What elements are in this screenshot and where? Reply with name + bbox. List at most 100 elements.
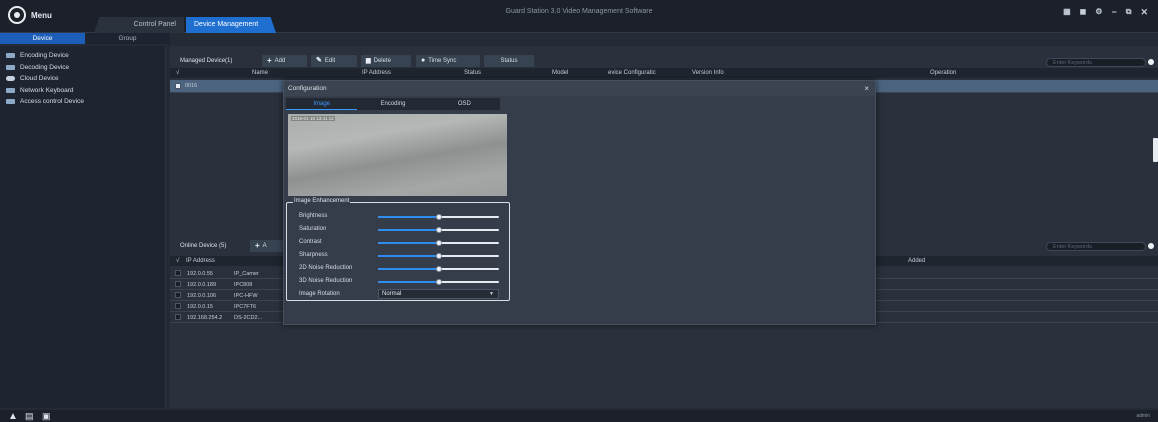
tab-encoding[interactable]: Encoding xyxy=(357,98,428,110)
trash-icon: ▆ xyxy=(366,58,371,64)
status-label: Status xyxy=(500,58,518,64)
online-select-all[interactable]: √ xyxy=(176,258,179,264)
cloud-icon xyxy=(6,76,15,82)
search-toggle[interactable] xyxy=(1148,59,1154,65)
2d-noise-slider[interactable] xyxy=(378,266,499,272)
delete-button[interactable]: ▆ Delete xyxy=(361,55,411,67)
saturation-slider[interactable] xyxy=(378,227,499,233)
status-bar: ▲ ▤ ▣ admin xyxy=(0,410,1158,422)
row-name: 0016 xyxy=(185,83,198,89)
slider-knob[interactable] xyxy=(435,253,442,259)
sidebar-item-decoding-device[interactable]: Decoding Device xyxy=(0,62,165,74)
sharpness-slider[interactable] xyxy=(378,253,499,259)
online-search-input[interactable]: Enter Keywords xyxy=(1046,242,1146,251)
sharpness-label: Sharpness xyxy=(299,252,328,258)
row-checkbox[interactable] xyxy=(175,281,181,287)
online-device-title: Online Device (5) xyxy=(180,243,227,249)
decoder-icon xyxy=(6,64,15,70)
tab-device-management[interactable]: Device Management xyxy=(186,17,276,33)
document-icon[interactable]: ▤ xyxy=(25,411,34,422)
brightness-slider[interactable] xyxy=(378,214,499,220)
time-sync-label: Time Sync xyxy=(428,58,457,64)
rotation-value: Normal xyxy=(382,291,402,297)
row-checkbox[interactable] xyxy=(175,292,181,298)
row-ip: 192.0.0.189 xyxy=(187,281,217,288)
add-button[interactable]: + Add xyxy=(262,55,307,67)
record-icon[interactable]: ▣ xyxy=(42,411,51,422)
managed-search-input[interactable]: Enter Keywords xyxy=(1046,58,1146,67)
alarm-icon[interactable]: ▲ xyxy=(8,411,18,422)
sidebar-item-label: Network Keyboard xyxy=(20,86,74,94)
preview-timestamp: 2019-01-10 13:41:12 xyxy=(291,116,335,121)
encoder-icon xyxy=(6,53,15,59)
col-model: Model xyxy=(552,69,569,76)
tab-control-panel[interactable]: Control Panel xyxy=(94,17,184,33)
status-button[interactable]: Status xyxy=(484,55,534,67)
3d-noise-slider[interactable] xyxy=(378,279,499,285)
edit-button[interactable]: ✎ Edit xyxy=(311,55,357,67)
tab-image[interactable]: Image xyxy=(286,98,358,110)
row-ip: 192.0.0.15 xyxy=(187,303,213,310)
tab-device[interactable]: Device xyxy=(0,33,85,44)
tab-group[interactable]: Group xyxy=(85,33,170,44)
clock-icon: ● xyxy=(421,57,426,64)
camera-preview: 2019-01-10 13:41:12 xyxy=(288,114,507,196)
row-checkbox[interactable] xyxy=(175,83,181,89)
brightness-label: Brightness xyxy=(299,213,328,219)
dialog-title: Configuration xyxy=(284,81,875,96)
image-rotation-select[interactable]: Normal ▼ xyxy=(378,289,499,299)
saturation-label: Saturation xyxy=(299,226,327,232)
3d-noise-row: 3D Noise Reduction xyxy=(299,276,504,288)
saturation-row: Saturation xyxy=(299,224,504,236)
col-status: Status xyxy=(464,69,482,76)
image-rotation-label: Image Rotation xyxy=(299,291,340,297)
contrast-label: Contrast xyxy=(299,239,322,245)
minimize-icon[interactable]: − xyxy=(1111,7,1116,18)
col-added: Added xyxy=(908,257,926,264)
app-title: Guard Station 3.0 Video Management Softw… xyxy=(505,8,653,15)
slider-knob[interactable] xyxy=(435,279,442,285)
row-model: IPC-HFW xyxy=(234,292,258,299)
contrast-slider[interactable] xyxy=(378,240,499,246)
online-search-toggle[interactable] xyxy=(1148,243,1154,249)
close-icon[interactable]: × xyxy=(864,84,869,93)
plus-icon: + xyxy=(267,56,272,65)
slider-knob[interactable] xyxy=(435,240,442,246)
close-icon[interactable]: ✕ xyxy=(1140,7,1148,18)
col-ip: IP Address xyxy=(362,69,391,76)
tab-osd[interactable]: OSD xyxy=(429,98,500,110)
settings-icon[interactable]: ⚙ xyxy=(1095,7,1102,18)
online-add-button[interactable]: + A xyxy=(250,240,284,252)
image-enhancement-group: Image Enhancement Brightness Saturation … xyxy=(286,198,510,301)
row-model: IPC7FT6 xyxy=(234,303,257,310)
row-model: DS-2CD2... xyxy=(234,314,263,321)
select-all-checkbox[interactable]: √ xyxy=(176,70,179,76)
brightness-row: Brightness xyxy=(299,211,504,223)
sharpness-row: Sharpness xyxy=(299,250,504,262)
slider-knob[interactable] xyxy=(435,214,442,220)
3d-noise-label: 3D Noise Reduction xyxy=(299,278,353,284)
time-sync-button[interactable]: ● Time Sync xyxy=(416,55,480,67)
lock-icon[interactable]: ◼ xyxy=(1080,7,1087,18)
sidebar-item-network-keyboard[interactable]: Network Keyboard xyxy=(0,85,165,97)
window-controls: ▦ ◼ ⚙ − ⧉ ✕ xyxy=(1063,7,1148,18)
delete-label: Delete xyxy=(373,58,391,64)
layout-icon[interactable]: ▦ xyxy=(1063,7,1071,18)
row-ip: 192.0.0.106 xyxy=(187,292,217,299)
row-checkbox[interactable] xyxy=(175,270,181,276)
restore-icon[interactable]: ⧉ xyxy=(1126,7,1132,18)
row-model: IPC808 xyxy=(234,281,253,288)
slider-knob[interactable] xyxy=(435,266,442,272)
pencil-icon: ✎ xyxy=(316,57,322,64)
row-checkbox[interactable] xyxy=(175,303,181,309)
current-user: admin xyxy=(1136,413,1150,419)
sidebar-item-encoding-device[interactable]: Encoding Device xyxy=(0,50,165,62)
sidebar-item-cloud-device[interactable]: Cloud Device xyxy=(0,73,165,85)
slider-knob[interactable] xyxy=(435,227,442,233)
row-checkbox[interactable] xyxy=(175,314,181,320)
col-ip-address: IP Address xyxy=(186,257,215,264)
sidebar-item-access-control-device[interactable]: Access control Device xyxy=(0,96,165,108)
col-version: Version Info xyxy=(692,69,724,76)
keyboard-icon xyxy=(6,87,15,93)
side-panel-handle[interactable] xyxy=(1153,138,1158,162)
